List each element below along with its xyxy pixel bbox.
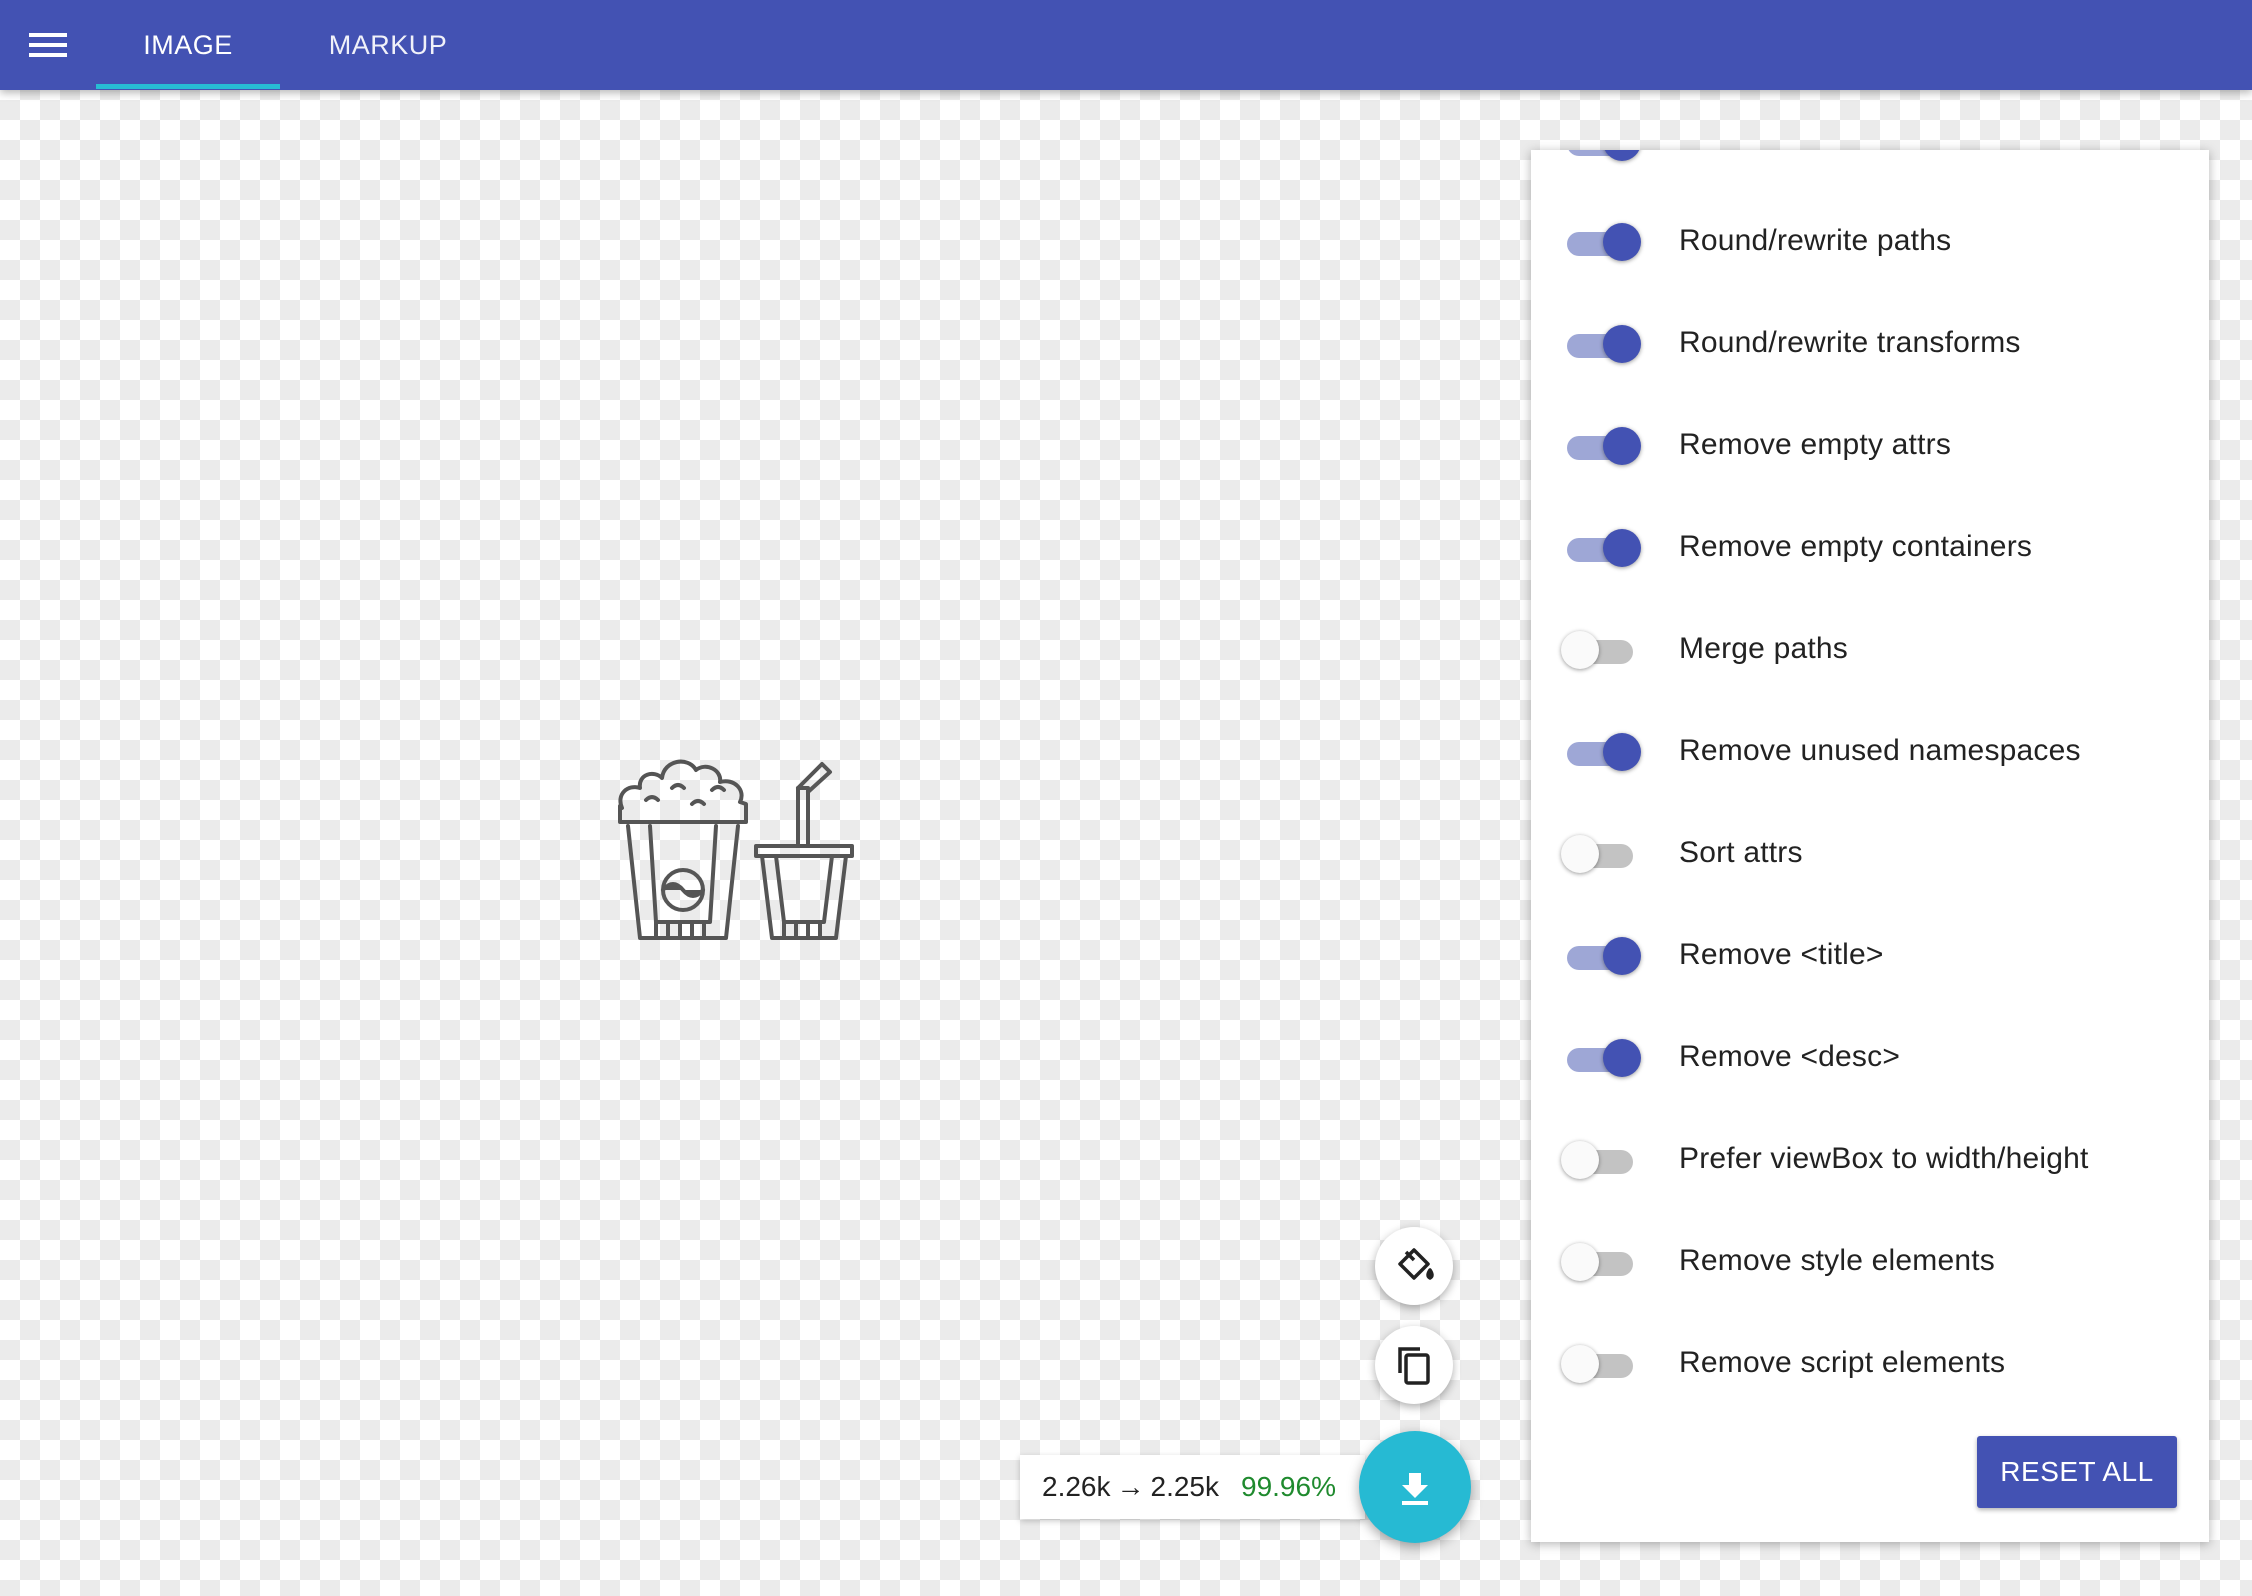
settings-panel: Round/rewrite paths Round/rewrite transf… — [1531, 150, 2209, 1542]
reset-all-button[interactable]: RESET ALL — [1977, 1436, 2177, 1508]
background-toggle-button[interactable] — [1375, 1227, 1453, 1305]
app-bar: IMAGE MARKUP — [0, 0, 2252, 90]
option-label: Remove empty attrs — [1679, 428, 1952, 461]
option-label: Remove <desc> — [1679, 1040, 1901, 1073]
settings-option[interactable]: Remove empty containers — [1531, 496, 2209, 598]
toggle-switch[interactable] — [1561, 629, 1641, 669]
toggle-switch[interactable] — [1561, 1037, 1641, 1077]
menu-button[interactable] — [16, 15, 80, 75]
size-comparison: 2.26k → 2.25k 99.96% — [1020, 1455, 1365, 1519]
download-icon — [1402, 1473, 1428, 1505]
option-label: Round/rewrite paths — [1679, 224, 1952, 257]
settings-option[interactable]: Prefer viewBox to width/height — [1531, 1108, 2209, 1210]
toggle-switch[interactable] — [1561, 833, 1641, 873]
svg-preview — [616, 748, 856, 944]
settings-option[interactable]: Remove unused namespaces — [1531, 700, 2209, 802]
toggle-switch[interactable] — [1561, 323, 1641, 363]
hamburger-menu-icon — [29, 33, 67, 57]
toggle-switch[interactable] — [1561, 935, 1641, 975]
tab-image[interactable]: IMAGE — [96, 0, 280, 90]
toggle-switch[interactable] — [1561, 1241, 1641, 1281]
toggle-switch[interactable] — [1561, 1343, 1641, 1383]
settings-option[interactable]: Remove empty attrs — [1531, 394, 2209, 496]
toggle-switch[interactable] — [1561, 221, 1641, 261]
option-label: Round/rewrite transforms — [1679, 326, 2021, 359]
option-label: Remove empty containers — [1679, 530, 2033, 563]
settings-option[interactable]: Remove <desc> — [1531, 1006, 2209, 1108]
paint-bucket-icon — [1398, 1248, 1434, 1280]
option-label: Remove style elements — [1679, 1244, 1995, 1277]
settings-option[interactable]: Remove style elements — [1531, 1210, 2209, 1312]
download-button[interactable] — [1359, 1431, 1471, 1543]
option-label: Sort attrs — [1679, 836, 1803, 869]
popcorn-and-drink-icon — [618, 759, 854, 940]
toggle-switch[interactable] — [1561, 425, 1641, 465]
tab-markup[interactable]: MARKUP — [296, 0, 480, 90]
settings-option[interactable]: Merge paths — [1531, 598, 2209, 700]
option-label: Remove unused namespaces — [1679, 734, 2081, 767]
copy-icon — [1398, 1347, 1430, 1385]
option-label: Remove <title> — [1679, 938, 1884, 971]
settings-option[interactable]: Remove <title> — [1531, 904, 2209, 1006]
settings-option-partial[interactable] — [1531, 150, 2209, 192]
settings-option[interactable]: Round/rewrite paths — [1531, 190, 2209, 292]
toggle-switch[interactable] — [1561, 150, 1641, 161]
active-tab-indicator — [96, 84, 280, 89]
option-label: Merge paths — [1679, 632, 1848, 665]
option-label: Remove script elements — [1679, 1346, 2006, 1379]
copy-button[interactable] — [1375, 1326, 1453, 1404]
toggle-switch[interactable] — [1561, 1139, 1641, 1179]
size-arrow: → — [1116, 1471, 1145, 1502]
toggle-switch[interactable] — [1561, 731, 1641, 771]
settings-option[interactable]: Round/rewrite transforms — [1531, 292, 2209, 394]
option-label: Prefer viewBox to width/height — [1679, 1142, 2089, 1175]
savings-percent: 99.96% — [1241, 1471, 1336, 1502]
size-before: 2.26k — [1042, 1471, 1111, 1502]
size-after: 2.25k — [1150, 1471, 1220, 1502]
toggle-switch[interactable] — [1561, 527, 1641, 567]
settings-option[interactable]: Sort attrs — [1531, 802, 2209, 904]
settings-option[interactable]: Remove script elements — [1531, 1312, 2209, 1414]
